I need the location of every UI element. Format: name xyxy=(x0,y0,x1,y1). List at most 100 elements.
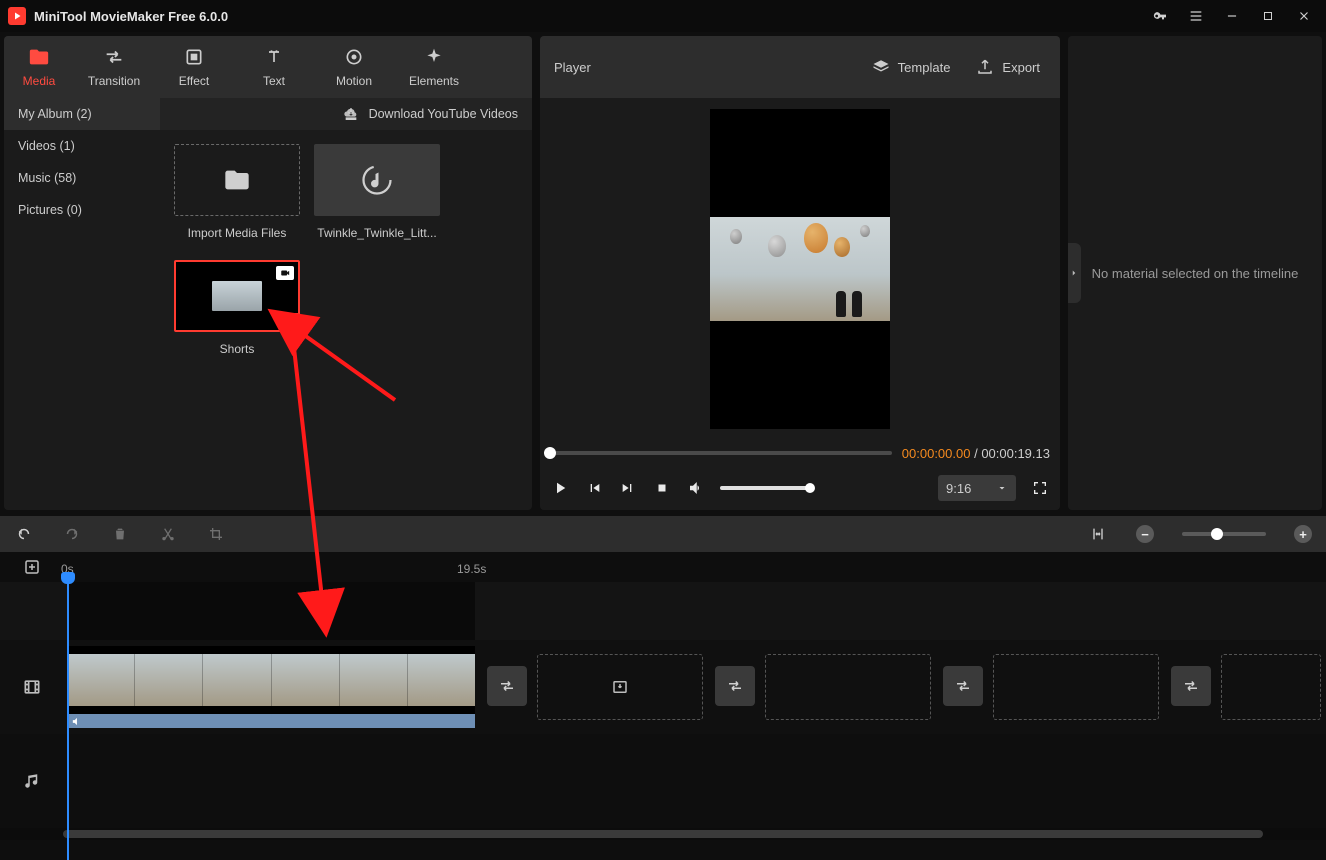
hamburger-menu-icon[interactable] xyxy=(1182,2,1210,30)
import-slot-icon xyxy=(611,678,629,696)
inspector-panel: No material selected on the timeline xyxy=(1068,36,1322,510)
aspect-ratio-select[interactable]: 9:16 xyxy=(938,475,1016,501)
speaker-icon xyxy=(71,716,82,727)
transition-slot-4[interactable] xyxy=(1171,666,1211,706)
player-controls: 9:16 xyxy=(540,466,1060,510)
timeline-ruler[interactable]: 0s 19.5s xyxy=(63,552,1326,582)
music-note-icon xyxy=(359,162,395,198)
empty-clip-slot-4[interactable] xyxy=(1221,654,1321,720)
sidebar-item-pictures[interactable]: Pictures (0) xyxy=(4,194,160,226)
transition-slot-1[interactable] xyxy=(487,666,527,706)
media-toolbar: Download YouTube Videos xyxy=(160,98,532,130)
seek-bar-row: 00:00:00.00 / 00:00:19.13 xyxy=(540,440,1060,466)
media-sidebar: My Album (2) Videos (1) Music (58) Pictu… xyxy=(4,98,160,510)
export-button[interactable]: Export xyxy=(970,54,1046,80)
crop-button[interactable] xyxy=(206,524,226,544)
zoom-thumb[interactable] xyxy=(1211,528,1223,540)
zoom-slider[interactable] xyxy=(1182,532,1266,536)
media-panel: Media Transition Effect Text Motion Elem… xyxy=(4,36,532,510)
window-minimize-button[interactable] xyxy=(1218,2,1246,30)
tab-motion[interactable]: Motion xyxy=(314,36,394,98)
seek-bar[interactable] xyxy=(550,451,892,455)
fullscreen-button[interactable] xyxy=(1030,478,1050,498)
next-frame-button[interactable] xyxy=(618,478,638,498)
transition-slot-3[interactable] xyxy=(943,666,983,706)
app-title: MiniTool MovieMaker Free 6.0.0 xyxy=(34,9,228,24)
ruler-label-0: 0s xyxy=(61,562,74,576)
player-canvas xyxy=(710,109,890,429)
add-track-button[interactable] xyxy=(0,552,63,582)
sidebar-item-music[interactable]: Music (58) xyxy=(4,162,160,194)
timeline-clip-shorts[interactable] xyxy=(67,646,475,728)
timeline-scrollbar[interactable] xyxy=(0,828,1326,840)
tab-text[interactable]: Text xyxy=(234,36,314,98)
motion-icon xyxy=(344,46,364,68)
audio-track-head xyxy=(0,734,63,828)
volume-icon[interactable] xyxy=(686,478,706,498)
player-header: Player Template Export xyxy=(540,36,1060,98)
folder-icon xyxy=(28,46,50,68)
video-label: Shorts xyxy=(174,342,300,356)
overlay-track-head xyxy=(0,582,63,640)
video-badge-icon xyxy=(276,266,294,280)
sidebar-item-videos[interactable]: Videos (1) xyxy=(4,130,160,162)
tab-elements[interactable]: Elements xyxy=(394,36,474,98)
empty-clip-slot-1[interactable] xyxy=(537,654,703,720)
seek-thumb[interactable] xyxy=(544,447,556,459)
transition-slot-2[interactable] xyxy=(715,666,755,706)
timecode: 00:00:00.00 / 00:00:19.13 xyxy=(902,446,1050,461)
media-card-audio[interactable]: Twinkle_Twinkle_Litt... xyxy=(314,144,440,240)
video-lane[interactable] xyxy=(63,640,1326,734)
audio-lane[interactable] xyxy=(63,734,1326,828)
tab-media[interactable]: Media xyxy=(4,36,74,98)
video-thumb[interactable] xyxy=(174,260,300,332)
empty-clip-slot-2[interactable] xyxy=(765,654,931,720)
inspector-empty-text: No material selected on the timeline xyxy=(1092,266,1299,281)
inspector-expand-handle[interactable] xyxy=(1068,243,1081,303)
title-bar: MiniTool MovieMaker Free 6.0.0 xyxy=(0,0,1326,32)
add-to-timeline-button[interactable] xyxy=(281,313,301,333)
window-close-button[interactable] xyxy=(1290,2,1318,30)
tab-effect[interactable]: Effect xyxy=(154,36,234,98)
sidebar-item-my-album[interactable]: My Album (2) xyxy=(4,98,160,130)
fit-timeline-button[interactable] xyxy=(1088,524,1108,544)
import-label: Import Media Files xyxy=(174,226,300,240)
undo-button[interactable] xyxy=(14,524,34,544)
download-icon xyxy=(343,106,359,122)
video-track-head xyxy=(0,640,63,734)
audio-thumb[interactable] xyxy=(314,144,440,216)
empty-clip-slot-3[interactable] xyxy=(993,654,1159,720)
zoom-in-button[interactable]: + xyxy=(1294,525,1312,543)
play-button[interactable] xyxy=(550,478,570,498)
time-current: 00:00:00.00 xyxy=(902,446,971,461)
window-maximize-button[interactable] xyxy=(1254,2,1282,30)
top-tabs: Media Transition Effect Text Motion Elem… xyxy=(4,36,532,98)
template-button[interactable]: Template xyxy=(866,54,957,80)
folder-icon xyxy=(223,166,251,194)
overlay-lane[interactable] xyxy=(63,582,1326,640)
import-thumb[interactable] xyxy=(174,144,300,216)
clip-audio-strip xyxy=(67,714,475,728)
delete-button[interactable] xyxy=(110,524,130,544)
tab-transition[interactable]: Transition xyxy=(74,36,154,98)
effect-icon xyxy=(184,46,204,68)
volume-thumb[interactable] xyxy=(805,483,815,493)
player-title: Player xyxy=(554,60,852,75)
timeline: 0s 19.5s xyxy=(0,552,1326,860)
player-panel: Player Template Export 00:00:00.00 / 00:… xyxy=(540,36,1060,510)
time-total: 00:00:19.13 xyxy=(981,446,1050,461)
zoom-out-button[interactable]: − xyxy=(1136,525,1154,543)
player-stage[interactable] xyxy=(540,98,1060,440)
split-button[interactable] xyxy=(158,524,178,544)
video-thumb-preview xyxy=(212,281,262,311)
text-icon xyxy=(264,46,284,68)
music-icon xyxy=(23,772,41,790)
import-media-card[interactable]: Import Media Files xyxy=(174,144,300,240)
stop-button[interactable] xyxy=(652,478,672,498)
vip-key-icon[interactable] xyxy=(1146,2,1174,30)
prev-frame-button[interactable] xyxy=(584,478,604,498)
volume-slider[interactable] xyxy=(720,486,810,490)
redo-button[interactable] xyxy=(62,524,82,544)
media-card-video-shorts[interactable]: Shorts xyxy=(174,260,300,356)
download-youtube-link[interactable]: Download YouTube Videos xyxy=(369,107,518,121)
